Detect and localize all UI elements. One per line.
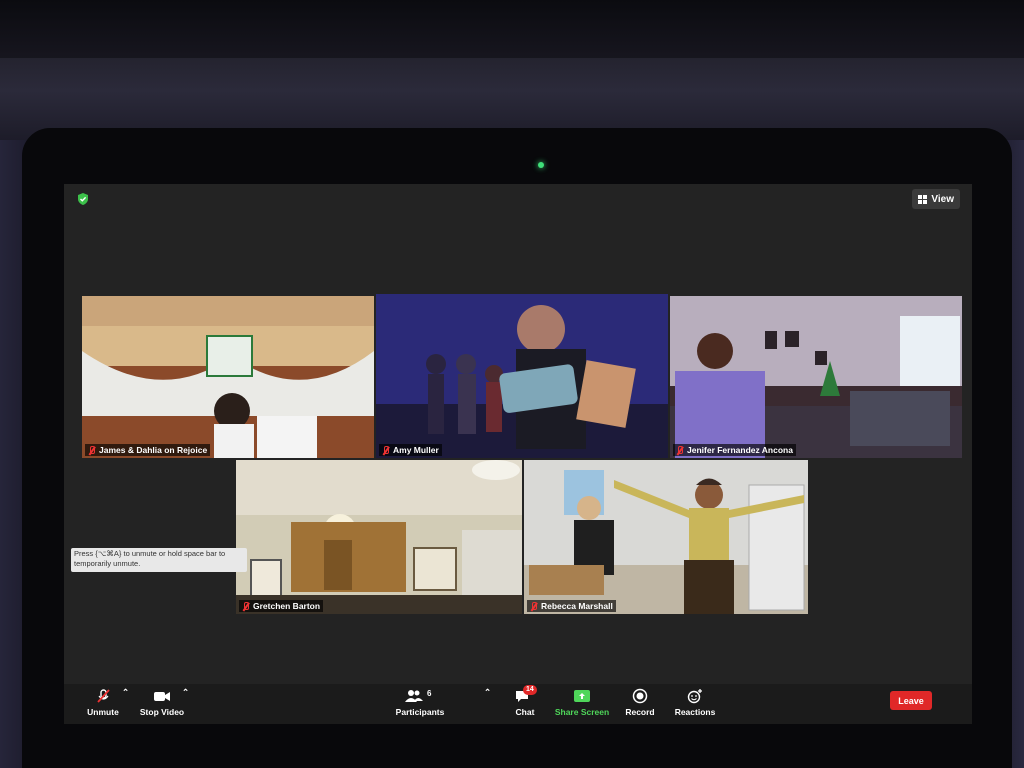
unmute-button[interactable]: Unmute xyxy=(78,688,128,717)
webcam-light xyxy=(538,162,544,168)
mic-muted-icon xyxy=(676,445,684,455)
video-feed-image xyxy=(670,296,962,458)
participants-label: Participants xyxy=(395,707,445,717)
record-icon xyxy=(632,688,648,704)
video-tile[interactable]: Jenifer Fernandez Ancona xyxy=(670,296,962,458)
participant-name-label: Gretchen Barton xyxy=(239,600,324,612)
participant-name: Amy Muller xyxy=(393,445,439,455)
reactions-label: Reactions xyxy=(674,707,716,717)
chat-label: Chat xyxy=(515,707,535,717)
meeting-toolbar: Unmute ⌃ Stop Video ⌃ 6 Participants ⌃ 1… xyxy=(64,684,972,724)
share-screen-label: Share Screen xyxy=(554,707,610,717)
participant-name: Jenifer Fernandez Ancona xyxy=(687,445,793,455)
participants-options-caret[interactable]: ⌃ xyxy=(484,687,491,698)
participant-name-label: Amy Muller xyxy=(379,444,442,456)
participant-name-label: James & Dahlia on Rejoice xyxy=(85,444,211,456)
participant-name: Gretchen Barton xyxy=(253,601,321,611)
video-feed-image xyxy=(236,460,522,614)
participant-name: James & Dahlia on Rejoice xyxy=(99,445,208,455)
participant-name-label: Rebecca Marshall xyxy=(527,600,616,612)
participant-name-label: Jenifer Fernandez Ancona xyxy=(673,444,796,456)
leave-label: Leave xyxy=(898,695,924,706)
participant-name: Rebecca Marshall xyxy=(541,601,613,611)
share-screen-icon xyxy=(574,690,590,702)
stop-video-label: Stop Video xyxy=(139,707,185,717)
zoom-meeting-window: View James & Dahlia on Rejoice Amy Mulle… xyxy=(64,184,972,724)
record-button[interactable]: Record xyxy=(620,688,660,717)
audio-options-caret[interactable]: ⌃ xyxy=(122,687,129,698)
encryption-shield-icon[interactable] xyxy=(76,192,90,206)
video-feed-image xyxy=(82,296,374,458)
tooltip-text: Press {⌥⌘A} to unmute or hold space bar … xyxy=(74,549,226,568)
view-button-label: View xyxy=(931,193,954,205)
reactions-button[interactable]: Reactions xyxy=(670,688,720,717)
video-tile[interactable]: James & Dahlia on Rejoice xyxy=(82,296,374,458)
view-button[interactable]: View xyxy=(912,189,960,209)
chat-unread-badge: 14 xyxy=(523,685,537,695)
unmute-label: Unmute xyxy=(87,707,119,717)
mic-muted-icon xyxy=(88,445,96,455)
grid-icon xyxy=(918,194,928,204)
video-tile[interactable]: Gretchen Barton xyxy=(236,460,522,614)
mic-muted-icon xyxy=(242,601,250,611)
background-wall xyxy=(0,0,1024,60)
participants-icon xyxy=(405,690,423,702)
mic-muted-icon xyxy=(530,601,538,611)
chevron-up-icon: ⌃ xyxy=(182,687,190,697)
video-tile-active-speaker[interactable]: Amy Muller xyxy=(376,294,668,458)
video-tile[interactable]: Rebecca Marshall xyxy=(524,460,808,614)
mic-muted-icon xyxy=(97,689,110,703)
share-screen-button[interactable]: Share Screen xyxy=(552,688,612,717)
chevron-up-icon: ⌃ xyxy=(484,687,492,697)
video-camera-icon xyxy=(154,692,170,701)
reactions-icon xyxy=(687,689,702,704)
laptop-bezel: View James & Dahlia on Rejoice Amy Mulle… xyxy=(22,128,1012,768)
video-feed-image xyxy=(524,460,808,614)
record-label: Record xyxy=(625,707,655,717)
chevron-up-icon: ⌃ xyxy=(122,687,130,697)
chat-button[interactable]: 14 Chat xyxy=(508,685,542,717)
participants-count: 6 xyxy=(427,689,432,698)
participants-button[interactable]: 6 Participants xyxy=(390,688,450,717)
video-options-caret[interactable]: ⌃ xyxy=(182,687,189,698)
video-feed-image xyxy=(376,294,668,458)
leave-meeting-button[interactable]: Leave xyxy=(890,691,932,710)
unmute-tooltip: Press {⌥⌘A} to unmute or hold space bar … xyxy=(71,548,247,572)
mic-muted-icon xyxy=(382,445,390,455)
